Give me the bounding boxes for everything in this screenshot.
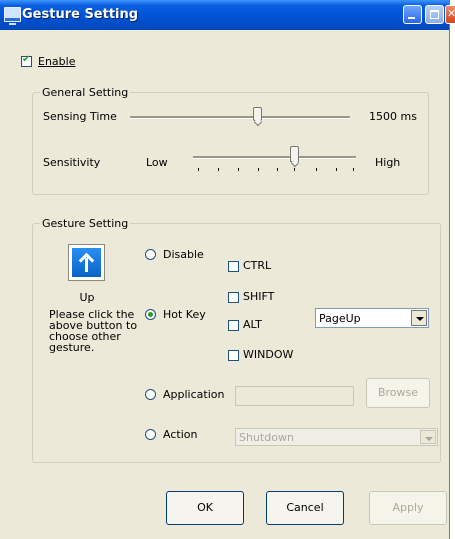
cancel-button[interactable]: Cancel (266, 491, 344, 525)
maximize-button[interactable] (425, 5, 444, 24)
sensitivity-tick (294, 168, 295, 171)
sensitivity-tick (238, 168, 239, 171)
hotkey-radio-row[interactable]: Hot Key (145, 308, 215, 322)
action-radio-row[interactable]: Action (145, 428, 215, 442)
alt-label: ALT (243, 318, 262, 331)
enable-checkbox-row[interactable]: Enable (21, 54, 91, 69)
enable-label: Enable (38, 55, 76, 68)
sensitivity-label: Sensitivity (43, 156, 101, 169)
application-path-input[interactable] (235, 386, 354, 406)
sensitivity-track[interactable] (193, 156, 356, 159)
apply-button[interactable]: Apply (369, 491, 447, 525)
sensing-time-value: 1500 ms (369, 110, 417, 123)
sensitivity-tick (198, 168, 199, 171)
hotkey-radio[interactable] (145, 309, 156, 320)
gesture-help-text: Please click the above button to choose … (49, 308, 138, 354)
enable-checkbox[interactable] (21, 54, 32, 67)
ok-button[interactable]: OK (166, 491, 244, 525)
gesture-select-button[interactable] (68, 244, 105, 281)
sensing-time-slider[interactable] (253, 107, 262, 121)
sensitivity-high-label: High (375, 156, 401, 169)
action-label: Action (163, 428, 198, 441)
sensitivity-tick (336, 168, 337, 171)
application-radio[interactable] (145, 389, 156, 400)
close-button[interactable] (445, 5, 455, 24)
general-setting-group (32, 92, 429, 195)
gesture-setting-window: Gesture Setting Enable General Setting S… (0, 0, 455, 539)
disable-label: Disable (163, 248, 204, 261)
sensing-time-track[interactable] (130, 116, 350, 119)
sensitivity-tick (218, 168, 219, 171)
shift-checkbox-row[interactable]: SHIFT (228, 290, 288, 304)
disable-radio[interactable] (145, 249, 156, 260)
hotkey-label: Hot Key (163, 308, 206, 321)
window-checkbox[interactable] (228, 350, 239, 361)
shift-checkbox[interactable] (228, 292, 239, 303)
hotkey-select[interactable]: PageUp (315, 308, 429, 328)
chevron-down-icon[interactable] (411, 310, 427, 326)
sensitivity-slider[interactable] (290, 146, 299, 162)
up-arrow-icon (72, 248, 101, 277)
hotkey-select-value: PageUp (319, 312, 361, 325)
general-setting-label: General Setting (40, 86, 131, 99)
ctrl-checkbox[interactable] (228, 261, 239, 272)
action-radio[interactable] (145, 429, 156, 440)
sensitivity-low-label: Low (146, 156, 168, 169)
browse-button[interactable]: Browse (366, 378, 430, 408)
sensitivity-tick (258, 168, 259, 171)
application-radio-row[interactable]: Application (145, 388, 231, 402)
sensitivity-tick (353, 168, 354, 171)
gesture-setting-label: Gesture Setting (40, 217, 131, 230)
sensitivity-tick (316, 168, 317, 171)
alt-checkbox[interactable] (228, 320, 239, 331)
minimize-button[interactable] (403, 5, 422, 24)
monitor-icon (4, 7, 21, 25)
action-select-value: Shutdown (239, 431, 294, 444)
application-label: Application (163, 388, 225, 401)
title-bar[interactable]: Gesture Setting (0, 0, 455, 30)
alt-checkbox-row[interactable]: ALT (228, 318, 288, 332)
sensing-time-label: Sensing Time (43, 110, 117, 123)
disable-radio-row[interactable]: Disable (145, 248, 215, 262)
window-checkbox-row[interactable]: WINDOW (228, 348, 308, 362)
action-select[interactable]: Shutdown (235, 428, 438, 446)
window-title: Gesture Setting (22, 7, 139, 22)
ctrl-label: CTRL (243, 259, 272, 272)
sensitivity-tick (277, 168, 278, 171)
chevron-down-icon[interactable] (420, 430, 436, 444)
shift-label: SHIFT (243, 290, 275, 303)
ctrl-checkbox-row[interactable]: CTRL (228, 259, 288, 273)
window-label: WINDOW (243, 348, 294, 361)
gesture-name: Up (79, 291, 95, 304)
